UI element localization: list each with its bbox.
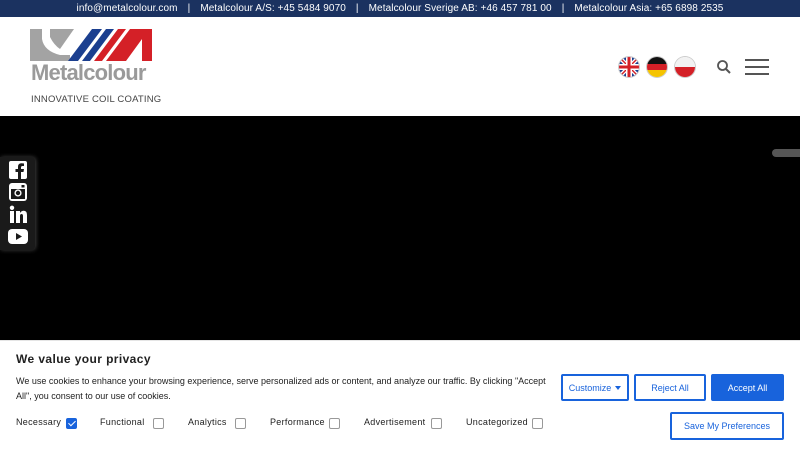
slider-handle[interactable] <box>772 149 800 157</box>
save-label: Save My Preferences <box>683 421 771 431</box>
category-label: Functional <box>100 417 145 427</box>
accept-label: Accept All <box>727 382 768 393</box>
metalcolour-logo[interactable]: Metalcolour INNOVATIVE COIL COATING <box>30 29 161 107</box>
facebook-icon[interactable] <box>7 161 29 181</box>
category-advertisement: Advertisement <box>364 417 442 429</box>
advertisement-checkbox[interactable] <box>431 418 442 429</box>
social-sidebar <box>0 157 35 250</box>
customize-button[interactable]: Customize <box>561 374 629 401</box>
reject-all-button[interactable]: Reject All <box>634 374 706 401</box>
phone-se-link[interactable]: Metalcolour Sverige AB: +46 457 781 00 <box>369 3 552 14</box>
analytics-checkbox[interactable] <box>235 418 246 429</box>
search-icon[interactable] <box>716 59 732 75</box>
reject-label: Reject All <box>651 382 689 393</box>
language-switcher <box>619 57 695 77</box>
contact-bar: info@metalcolour.com | Metalcolour A/S: … <box>0 0 800 17</box>
hamburger-menu-icon[interactable] <box>745 58 769 76</box>
save-preferences-button[interactable]: Save My Preferences <box>670 412 784 440</box>
category-analytics: Analytics <box>188 417 246 429</box>
category-necessary: Necessary <box>16 417 77 429</box>
linkedin-icon[interactable] <box>7 205 29 225</box>
separator: | <box>355 3 359 14</box>
category-functional: Functional <box>100 417 164 429</box>
email-link[interactable]: info@metalcolour.com <box>77 3 178 14</box>
cookie-title: We value your privacy <box>16 352 151 366</box>
accept-all-button[interactable]: Accept All <box>711 374 784 401</box>
separator: | <box>187 3 191 14</box>
instagram-icon[interactable] <box>7 183 29 203</box>
polish-flag-icon[interactable] <box>675 57 695 77</box>
category-label: Analytics <box>188 417 227 427</box>
phone-as-link[interactable]: Metalcolour A/S: +45 5484 9070 <box>200 3 346 14</box>
cookie-consent-banner: We value your privacy We use cookies to … <box>0 340 800 450</box>
category-label: Uncategorized <box>466 417 528 427</box>
logo-tagline: INNOVATIVE COIL COATING <box>31 94 162 105</box>
english-flag-icon[interactable] <box>619 57 639 77</box>
uncategorized-checkbox[interactable] <box>532 418 543 429</box>
customize-label: Customize <box>568 382 612 393</box>
logo-wordmark: Metalcolour <box>31 60 146 85</box>
youtube-icon[interactable] <box>7 227 29 247</box>
category-performance: Performance <box>270 417 340 429</box>
logo-mark-icon <box>30 29 152 61</box>
category-uncategorized: Uncategorized <box>466 417 543 429</box>
german-flag-icon[interactable] <box>647 57 667 77</box>
phone-asia-link[interactable]: Metalcolour Asia: +65 6898 2535 <box>574 3 723 14</box>
category-label: Performance <box>270 417 325 427</box>
hero-video[interactable] <box>0 116 800 340</box>
site-header: Metalcolour INNOVATIVE COIL COATING <box>0 17 800 116</box>
functional-checkbox[interactable] <box>153 418 164 429</box>
necessary-checkbox[interactable] <box>66 418 77 429</box>
cookie-description: We use cookies to enhance your browsing … <box>16 376 546 401</box>
separator: | <box>561 3 565 14</box>
category-label: Necessary <box>16 417 62 427</box>
performance-checkbox[interactable] <box>329 418 340 429</box>
category-label: Advertisement <box>364 417 426 427</box>
caret-down-icon <box>615 385 622 390</box>
